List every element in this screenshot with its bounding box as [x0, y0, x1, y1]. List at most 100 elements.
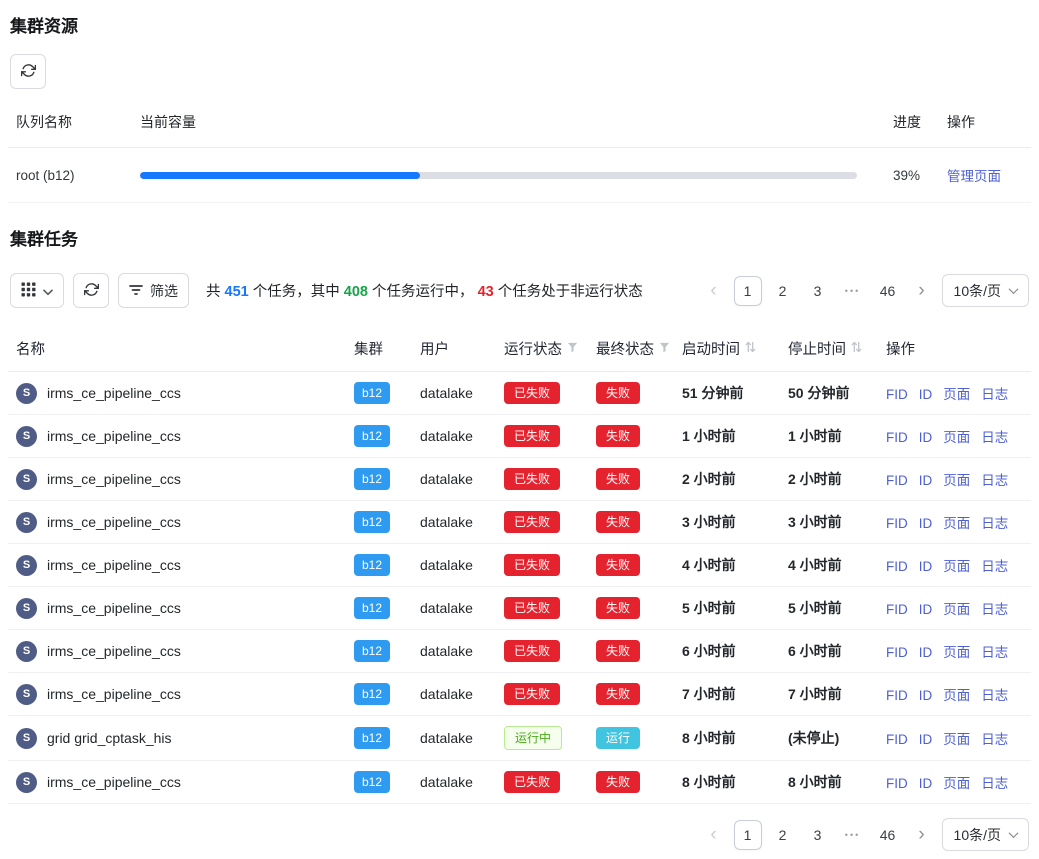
action-link-id[interactable]: ID: [919, 516, 933, 531]
action-link-log[interactable]: 日志: [981, 776, 1008, 791]
filter-icon[interactable]: [659, 341, 670, 357]
action-link-log[interactable]: 日志: [981, 430, 1008, 445]
sort-icon[interactable]: [745, 341, 756, 357]
action-link-id[interactable]: ID: [919, 430, 933, 445]
action-link-page[interactable]: 页面: [943, 387, 970, 402]
task-table-body: S irms_ce_pipeline_ccs b12 datalake 已失败 …: [8, 372, 1031, 804]
task-name: irms_ce_pipeline_ccs: [47, 385, 181, 401]
run-status-badge: 已失败: [504, 468, 560, 490]
col-progress: 进度: [885, 97, 939, 148]
chevron-left-icon[interactable]: ‹: [701, 277, 727, 305]
col-stop-time[interactable]: 停止时间: [780, 326, 878, 372]
task-name: grid grid_cptask_his: [47, 730, 172, 746]
action-link-page[interactable]: 页面: [943, 732, 970, 747]
page-button-2[interactable]: 2: [769, 820, 797, 850]
column-config-button[interactable]: [10, 273, 64, 308]
stop-time: 8 小时前: [780, 761, 878, 804]
cluster-tasks-title: 集群任务: [10, 229, 1031, 251]
capacity-progress-bar: [140, 172, 857, 179]
action-link-fid[interactable]: FID: [886, 645, 908, 660]
action-link-id[interactable]: ID: [919, 559, 933, 574]
refresh-resources-button[interactable]: [10, 54, 46, 89]
col-run-status[interactable]: 运行状态: [496, 326, 588, 372]
final-status-badge: 失败: [596, 683, 640, 705]
action-link-fid[interactable]: FID: [886, 688, 908, 703]
action-link-page[interactable]: 页面: [943, 602, 970, 617]
page-size-select[interactable]: 10条/页: [942, 818, 1029, 851]
action-link-page[interactable]: 页面: [943, 688, 970, 703]
cluster-resources-table: 队列名称 当前容量 进度 操作 root (b12) 39% 管理页面: [8, 97, 1031, 203]
stop-time: 5 小时前: [780, 587, 878, 630]
action-link-fid[interactable]: FID: [886, 732, 908, 747]
action-link-log[interactable]: 日志: [981, 645, 1008, 660]
user-cell: datalake: [412, 587, 496, 630]
action-link-id[interactable]: ID: [919, 645, 933, 660]
col-final-status[interactable]: 最终状态: [588, 326, 674, 372]
action-link-id[interactable]: ID: [919, 602, 933, 617]
task-name: irms_ce_pipeline_ccs: [47, 686, 181, 702]
refresh-tasks-button[interactable]: [73, 273, 109, 308]
action-link-fid[interactable]: FID: [886, 602, 908, 617]
tasks-summary: 共 451 个任务，其中 408 个任务运行中， 43 个任务处于非运行状态: [206, 280, 643, 301]
chevron-down-icon: [1009, 284, 1019, 294]
filter-icon[interactable]: [567, 341, 578, 357]
stop-time: 50 分钟前: [780, 372, 878, 415]
row-actions: FID ID 页面日志: [878, 501, 1031, 544]
action-link-fid[interactable]: FID: [886, 776, 908, 791]
col-name: 名称: [8, 326, 346, 372]
sort-icon[interactable]: [851, 341, 862, 357]
action-link-log[interactable]: 日志: [981, 602, 1008, 617]
cluster-badge: b12: [354, 554, 390, 576]
action-link-id[interactable]: ID: [919, 776, 933, 791]
filter-button[interactable]: 筛选: [118, 273, 189, 308]
page-button-46[interactable]: 46: [874, 276, 902, 306]
action-link-log[interactable]: 日志: [981, 387, 1008, 402]
start-time: 8 小时前: [674, 716, 780, 761]
action-link-log[interactable]: 日志: [981, 473, 1008, 488]
final-status-badge: 失败: [596, 597, 640, 619]
run-status-badge: 运行中: [504, 726, 562, 750]
action-link-id[interactable]: ID: [919, 473, 933, 488]
chevron-right-icon[interactable]: ›: [909, 821, 935, 849]
action-link-page[interactable]: 页面: [943, 516, 970, 531]
run-status-badge: 已失败: [504, 425, 560, 447]
action-link-log[interactable]: 日志: [981, 688, 1008, 703]
page-button-1[interactable]: 1: [734, 820, 762, 850]
spark-avatar: S: [16, 555, 37, 576]
spark-avatar: S: [16, 426, 37, 447]
table-row: S irms_ce_pipeline_ccs b12 datalake 已失败 …: [8, 415, 1031, 458]
action-link-fid[interactable]: FID: [886, 430, 908, 445]
action-link-fid[interactable]: FID: [886, 516, 908, 531]
capacity-progress-fill: [140, 172, 420, 179]
action-link-fid[interactable]: FID: [886, 473, 908, 488]
action-link-id[interactable]: ID: [919, 688, 933, 703]
page-size-select[interactable]: 10条/页: [942, 274, 1029, 307]
chevron-right-icon[interactable]: ›: [909, 277, 935, 305]
action-link-log[interactable]: 日志: [981, 516, 1008, 531]
action-link-id[interactable]: ID: [919, 732, 933, 747]
page: 集群资源 队列名称 当前容量 进度 操作 root (b12): [0, 0, 1039, 859]
cluster-badge: b12: [354, 425, 390, 447]
chevron-left-icon[interactable]: ‹: [701, 821, 727, 849]
manage-page-link[interactable]: 管理页面: [947, 169, 1001, 184]
action-link-page[interactable]: 页面: [943, 473, 970, 488]
action-link-log[interactable]: 日志: [981, 559, 1008, 574]
action-link-page[interactable]: 页面: [943, 776, 970, 791]
page-button-1[interactable]: 1: [734, 276, 762, 306]
action-link-fid[interactable]: FID: [886, 387, 908, 402]
page-button-46[interactable]: 46: [874, 820, 902, 850]
action-link-id[interactable]: ID: [919, 387, 933, 402]
action-link-page[interactable]: 页面: [943, 645, 970, 660]
page-button-3[interactable]: 3: [804, 276, 832, 306]
action-link-log[interactable]: 日志: [981, 732, 1008, 747]
page-button-2[interactable]: 2: [769, 276, 797, 306]
filter-button-label: 筛选: [150, 281, 178, 301]
page-button-3[interactable]: 3: [804, 820, 832, 850]
task-name: irms_ce_pipeline_ccs: [47, 643, 181, 659]
action-link-page[interactable]: 页面: [943, 430, 970, 445]
running-count: 408: [344, 284, 368, 300]
col-start-time[interactable]: 启动时间: [674, 326, 780, 372]
action-link-fid[interactable]: FID: [886, 559, 908, 574]
action-link-page[interactable]: 页面: [943, 559, 970, 574]
start-time: 6 小时前: [674, 630, 780, 673]
